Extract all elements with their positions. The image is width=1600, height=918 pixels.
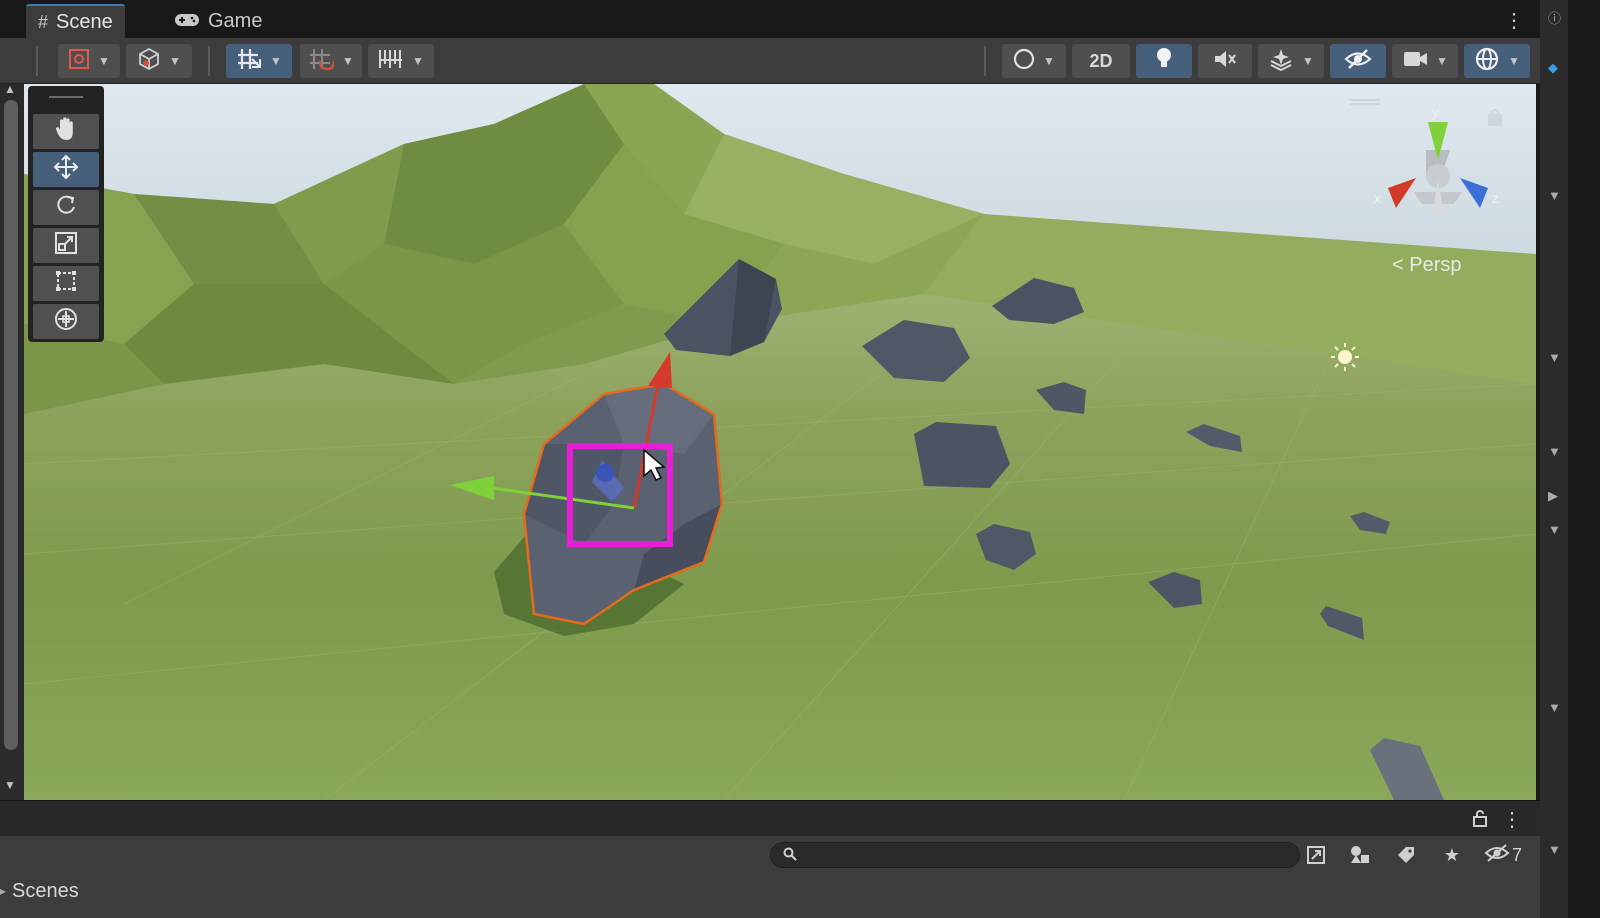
- lightbulb-icon: [1155, 47, 1173, 76]
- hash-icon: #: [38, 11, 49, 32]
- gizmos-button[interactable]: ▼: [1464, 44, 1530, 78]
- tab-bar: # Scene Game ⋮: [0, 0, 1568, 38]
- move-tool-button[interactable]: [33, 152, 99, 187]
- projection-label: Persp: [1409, 254, 1462, 276]
- tab-scene[interactable]: # Scene: [26, 4, 125, 38]
- eye-slash-icon: [1344, 48, 1372, 75]
- star-icon[interactable]: ★: [1434, 842, 1470, 868]
- lighting-toggle-button[interactable]: [1136, 44, 1192, 78]
- toolbar-separator: [36, 46, 38, 76]
- rect-transform-icon: [54, 269, 78, 299]
- chevron-down-icon: ▼: [270, 54, 282, 68]
- rotate-icon: [54, 193, 78, 223]
- inspector-edge-strip: ⓘ ◆ ▼ ▼ ▼ ▶ ▼ ▼ ▼: [1540, 0, 1568, 918]
- ruler-icon: [378, 48, 404, 75]
- scenes-label: Scenes: [12, 880, 79, 902]
- audio-toggle-button[interactable]: [1198, 44, 1252, 78]
- layers-sparkle-icon: [1268, 47, 1294, 76]
- chevron-down-icon[interactable]: ▼: [1548, 350, 1561, 365]
- tab-scene-label: Scene: [56, 10, 113, 33]
- chevron-down-icon: ▼: [1508, 54, 1520, 68]
- more-options-icon[interactable]: ⋮: [1502, 807, 1522, 832]
- effects-button[interactable]: ▼: [1258, 44, 1324, 78]
- chevron-down-icon: ▼: [1302, 54, 1314, 68]
- transform-icon: [53, 306, 79, 338]
- rotate-tool-button[interactable]: [33, 190, 99, 225]
- camera-icon: [1402, 49, 1428, 74]
- info-icon[interactable]: ⓘ: [1548, 8, 1561, 27]
- scroll-down-arrow-icon[interactable]: ▼: [4, 778, 16, 792]
- toolbar-separator: [984, 46, 986, 76]
- move-arrows-icon: [53, 154, 79, 186]
- scroll-up-arrow-icon[interactable]: ▲: [4, 82, 16, 96]
- hierarchy-toolbar: ★ 7: [0, 836, 1540, 874]
- grid-snap-icon: [236, 47, 262, 76]
- filter-by-type-icon[interactable]: [1342, 842, 1378, 868]
- search-field[interactable]: [770, 842, 1300, 868]
- draw-mode-button[interactable]: ▼: [58, 44, 120, 78]
- scenes-section[interactable]: ▸ Scenes: [0, 874, 1540, 918]
- chevron-right-icon[interactable]: ▶: [1548, 488, 1558, 504]
- grid-magnet-icon: [308, 47, 336, 76]
- scene-viewport[interactable]: y x z < Persp: [24, 84, 1536, 800]
- drag-handle[interactable]: [49, 96, 83, 108]
- sphere-icon: [1013, 48, 1035, 75]
- cube-icon: [137, 47, 161, 76]
- search-icon: [783, 847, 797, 864]
- globe-gizmo-icon: [1474, 46, 1500, 77]
- scale-icon: [54, 231, 78, 261]
- scale-tool-button[interactable]: [33, 228, 99, 263]
- chevron-down-icon[interactable]: ▼: [1548, 444, 1561, 459]
- chevron-down-icon: ▼: [342, 54, 354, 68]
- increment-snap-button[interactable]: ▼: [300, 44, 362, 78]
- x-axis-label: x: [1374, 190, 1381, 206]
- tab-game-label: Game: [208, 9, 263, 32]
- toolbar-separator: [208, 46, 210, 76]
- transform-tool-button[interactable]: [33, 304, 99, 339]
- projection-toggle[interactable]: < Persp: [1392, 254, 1462, 277]
- chevron-down-icon[interactable]: ▼: [1548, 522, 1561, 537]
- grid-snapping-button[interactable]: ▼: [226, 44, 292, 78]
- hidden-objects-toggle[interactable]: 7: [1484, 842, 1522, 868]
- chevron-down-icon: ▼: [1436, 54, 1448, 68]
- camera-settings-button[interactable]: ▼: [1392, 44, 1458, 78]
- speaker-muted-icon: [1213, 48, 1237, 75]
- render-mode-button[interactable]: ▼: [126, 44, 192, 78]
- tools-overlay: [28, 86, 104, 342]
- hand-icon: [54, 116, 78, 148]
- tab-game[interactable]: Game: [162, 4, 274, 38]
- rect-tool-button[interactable]: [33, 266, 99, 301]
- vertical-scrollbar[interactable]: ▲ ▼: [0, 82, 24, 800]
- filter-by-label-icon[interactable]: [1388, 842, 1424, 868]
- align-grid-button[interactable]: ▼: [368, 44, 434, 78]
- lock-icon[interactable]: [1472, 809, 1488, 832]
- chevron-right-icon[interactable]: ▸: [0, 884, 6, 898]
- z-axis-label: z: [1492, 190, 1499, 206]
- scene-toolbar: ▼ ▼ ▼ ▼ ▼ ▼ 2D ▼ ▼ ▼: [0, 38, 1540, 84]
- chevron-down-icon[interactable]: ▼: [1548, 700, 1561, 715]
- y-axis-label: y: [1432, 104, 1439, 120]
- eye-slash-icon: [1484, 843, 1510, 868]
- cube-icon[interactable]: ◆: [1548, 60, 1558, 76]
- scene-visibility-button[interactable]: [1330, 44, 1386, 78]
- chevron-down-icon[interactable]: ▼: [1548, 188, 1561, 203]
- hierarchy-header: ⋮: [0, 800, 1540, 836]
- scrollbar-thumb[interactable]: [4, 100, 18, 750]
- tab-more-icon[interactable]: ⋮: [1504, 8, 1524, 33]
- chevron-down-icon: ▼: [169, 54, 181, 68]
- chevron-down-icon: ▼: [412, 54, 424, 68]
- draw-mode-icon: [68, 48, 90, 75]
- 2d-toggle-button[interactable]: 2D: [1072, 44, 1130, 78]
- hidden-count: 7: [1512, 844, 1523, 865]
- shading-mode-button[interactable]: ▼: [1002, 44, 1066, 78]
- chevron-down-icon: ▼: [1043, 54, 1055, 68]
- scene-render: [24, 84, 1536, 800]
- gamepad-icon: [174, 11, 200, 32]
- chevron-down-icon[interactable]: ▼: [1548, 842, 1561, 857]
- hand-tool-button[interactable]: [33, 114, 99, 149]
- chevron-down-icon: ▼: [98, 54, 110, 68]
- search-scene-icon[interactable]: [1298, 842, 1334, 868]
